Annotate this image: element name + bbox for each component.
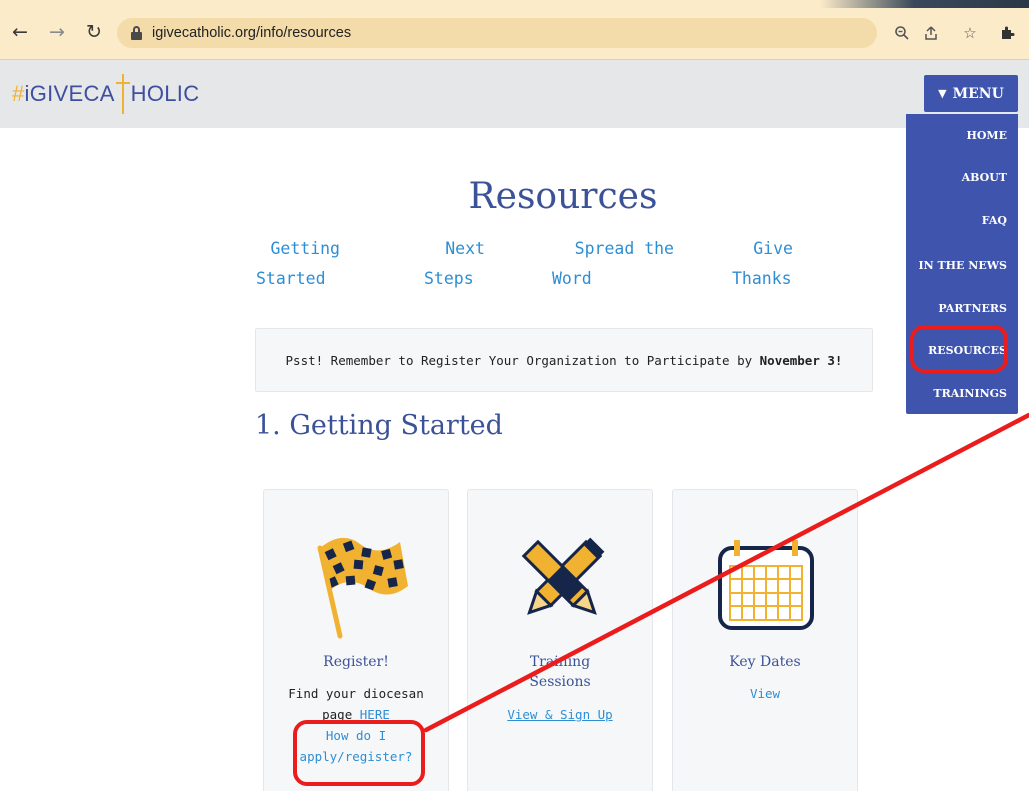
crossed-pencils-icon [512,530,612,630]
subnav-next-steps[interactable]: Next Steps [424,234,494,294]
view-sign-up-link[interactable]: View & Sign Up [507,707,612,722]
menu-label: MENU [952,85,1004,102]
subnav-line1: Give [753,239,793,258]
menu-item-in-the-news[interactable]: IN THE NEWS [918,259,1007,272]
page-title: Resources [468,176,658,217]
menu-item-home[interactable]: HOME [966,129,1007,142]
checkered-flag-icon [302,520,412,640]
card-title: Key Dates [729,654,801,670]
browser-toolbar: ← → ↻ igivecatholic.org/info/resources ☆ [0,0,1029,60]
resources-highlight-box [910,325,1008,373]
subnav-line2: Started [256,269,326,288]
menu-button[interactable]: ▼ MENU [924,75,1018,112]
forward-arrow-icon[interactable]: → [45,20,69,44]
back-arrow-icon[interactable]: ← [8,20,32,44]
share-icon[interactable] [920,22,942,44]
card-title: Register! [323,654,389,670]
extensions-icon[interactable] [996,22,1018,44]
training-card: Training Sessions View & Sign Up [467,489,653,791]
subnav-line1: Getting [270,239,340,258]
subnav-getting-started[interactable]: Getting Started [256,234,344,294]
register-notice: Psst! Remember to Register Your Organiza… [255,328,873,392]
card-title-line2: Sessions [529,674,591,690]
url-text: igivecatholic.org/info/resources [152,25,352,41]
site-logo[interactable]: # iGIVECA HOLIC [12,74,199,114]
section-heading: 1. Getting Started [255,410,503,441]
training-signup-link-wrap: View & Sign Up [468,704,652,725]
star-icon[interactable]: ☆ [959,22,981,44]
subnav-line1: Next [445,239,485,258]
menu-item-partners[interactable]: PARTNERS [938,302,1007,315]
subnav-line2: Word [552,269,592,288]
menu-item-trainings[interactable]: TRAININGS [933,387,1007,400]
window-decoration [820,0,1029,8]
address-bar[interactable]: igivecatholic.org/info/resources [117,18,877,48]
subnav-line2: Thanks [732,269,792,288]
notice-deadline: November 3! [759,352,843,368]
logo-text-left: iGIVECA [24,81,115,106]
card-title-line1: Training [529,654,591,670]
subnav-line1: Spread the [574,239,674,258]
cross-icon [115,74,130,114]
lock-icon [131,26,142,40]
logo-hash: # [12,81,25,106]
subnav-line2: Steps [424,269,474,288]
reload-icon[interactable]: ↻ [82,20,106,44]
triangle-down-icon: ▼ [938,87,947,100]
subnav-spread-the-word[interactable]: Spread the Word [552,234,682,294]
calendar-icon [716,538,816,632]
subnav-give-thanks[interactable]: Give Thanks [732,234,802,294]
zoom-icon[interactable] [891,22,913,44]
notice-text: Psst! Remember to Register Your Organiza… [285,352,760,368]
key-dates-card: Key Dates View [672,489,858,791]
key-dates-link-wrap: View [673,683,857,704]
how-to-register-highlight-box [293,720,425,786]
logo-text-right: HOLIC [130,81,200,106]
card-text-line1: Find your diocesan [288,686,424,701]
view-key-dates-link[interactable]: View [750,686,780,701]
